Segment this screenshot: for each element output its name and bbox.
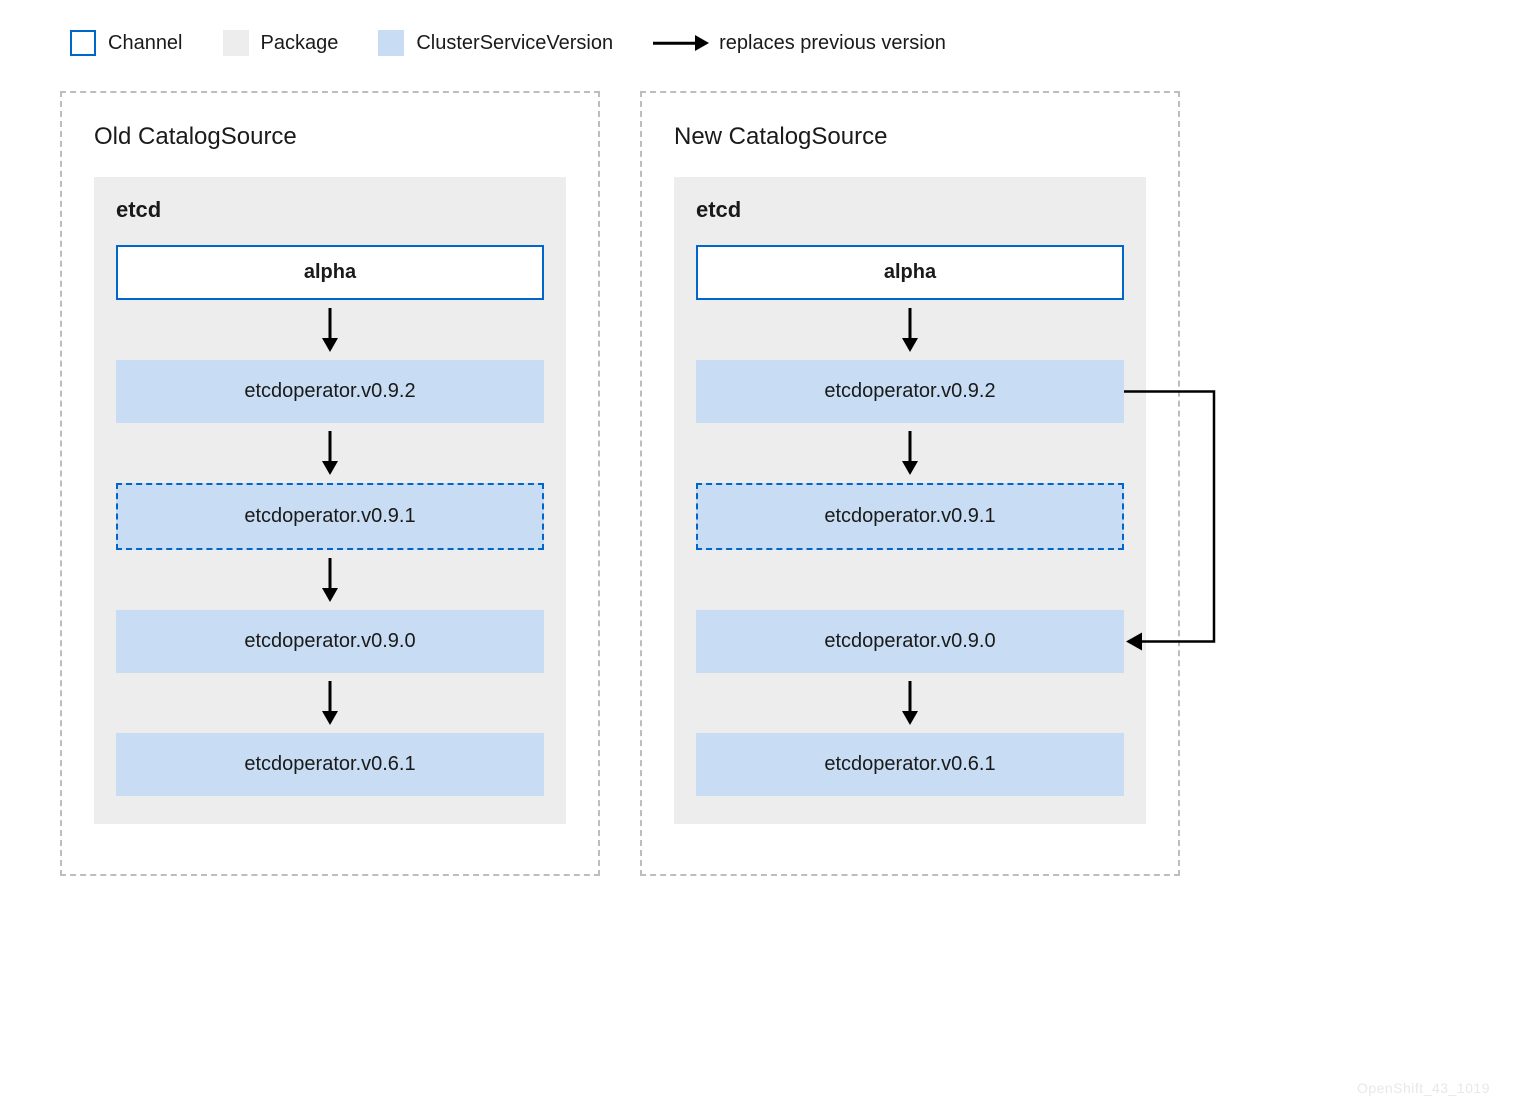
csv-box: etcdoperator.v0.6.1: [696, 733, 1124, 796]
channel-box: alpha: [696, 245, 1124, 300]
channel-box: alpha: [116, 245, 544, 300]
legend-csv-label: ClusterServiceVersion: [416, 32, 613, 55]
package-title: etcd: [696, 197, 1124, 223]
legend-package-label: Package: [261, 32, 339, 55]
csv-box: etcdoperator.v0.9.0: [696, 610, 1124, 673]
csv-box: etcdoperator.v0.9.1: [116, 483, 544, 550]
swatch-package: [223, 30, 249, 56]
csv-box: etcdoperator.v0.6.1: [116, 733, 544, 796]
legend-csv: ClusterServiceVersion: [378, 30, 613, 56]
down-arrow: [696, 673, 1124, 733]
catalog-source: New CatalogSource etcd alpha etcdoperator.…: [640, 91, 1180, 876]
down-arrow: [696, 300, 1124, 360]
down-arrow: [116, 673, 544, 733]
legend-package: Package: [223, 30, 339, 56]
legend-replaces: replaces previous version: [653, 32, 946, 55]
legend-channel: Channel: [70, 30, 183, 56]
package-box: etcd alpha etcdoperator.v0.9.2 etcdoperat…: [94, 177, 566, 824]
swatch-csv: [378, 30, 404, 56]
package-box: etcd alpha etcdoperator.v0.9.2 etcdoperat…: [674, 177, 1146, 824]
legend-channel-label: Channel: [108, 32, 183, 55]
csv-box: etcdoperator.v0.9.0: [116, 610, 544, 673]
package-title: etcd: [116, 197, 544, 223]
catalog-source: Old CatalogSource etcd alpha etcdoperator.…: [60, 91, 600, 876]
legend: Channel Package ClusterServiceVersion re…: [60, 30, 1460, 56]
down-arrow: [696, 423, 1124, 483]
catalog-title: New CatalogSource: [674, 123, 1146, 151]
attribution: OpenShift_43_1019: [1357, 1080, 1490, 1096]
swatch-channel: [70, 30, 96, 56]
down-arrow: [116, 300, 544, 360]
down-arrow: [116, 550, 544, 610]
down-arrow: [116, 423, 544, 483]
diagram: Old CatalogSource etcd alpha etcdoperator.…: [60, 91, 1460, 876]
arrow-icon: [653, 37, 709, 49]
arrow-gap: [696, 550, 1124, 610]
csv-box: etcdoperator.v0.9.2: [116, 360, 544, 423]
catalog-title: Old CatalogSource: [94, 123, 566, 151]
csv-box: etcdoperator.v0.9.2: [696, 360, 1124, 423]
legend-replaces-label: replaces previous version: [719, 32, 946, 55]
csv-box: etcdoperator.v0.9.1: [696, 483, 1124, 550]
